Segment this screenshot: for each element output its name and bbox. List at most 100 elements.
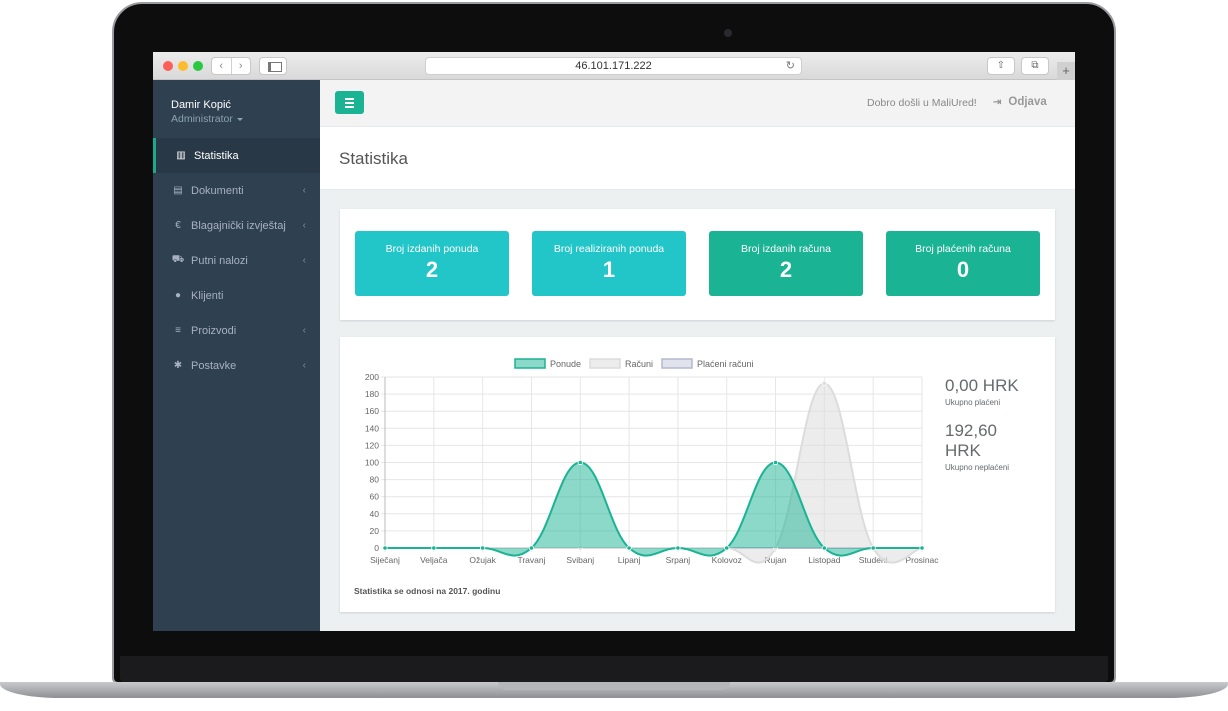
hamburger-icon — [345, 102, 354, 104]
share-icon[interactable]: ⇧ — [987, 57, 1015, 75]
browser-sidebar-icon[interactable] — [259, 57, 287, 75]
x-tick-label: Travanj — [517, 555, 545, 565]
menu-toggle-button[interactable] — [335, 91, 364, 114]
bar-chart-icon: ▥ — [176, 150, 186, 161]
profile-role: Administrator — [171, 113, 233, 125]
x-tick-label: Kolovoz — [712, 555, 742, 565]
hamburger-icon — [345, 106, 354, 108]
y-tick-label: 80 — [370, 475, 380, 485]
monthly-chart: 0 20 40 60 80 100 120 140 160 180 200 Siječanj Velja… — [365, 358, 939, 565]
sidebar-item-label: Klijenti — [191, 289, 224, 302]
sidebar-item-blagajnicki-izvjestaj[interactable]: € Blagajnički izvještaj ‹ — [153, 208, 320, 243]
data-point — [821, 545, 827, 551]
profile-name[interactable]: Damir Kopić — [171, 99, 231, 111]
gear-icon: ✱ — [173, 360, 183, 371]
sidebar-item-statistika[interactable]: ▥ Statistika — [153, 138, 320, 173]
maximize-window-button[interactable] — [193, 61, 203, 71]
caret-down-icon — [236, 117, 243, 121]
logout-label: Odjava — [1008, 96, 1047, 108]
y-tick-label: 0 — [374, 543, 379, 553]
sidebar-item-klijenti[interactable]: ● Klijenti — [153, 278, 320, 313]
document-icon: ▤ — [173, 185, 183, 196]
x-tick-label: Prosinac — [905, 555, 939, 565]
chevron-left-icon: ‹ — [302, 255, 306, 266]
stat-value: 1 — [602, 257, 616, 282]
logout-link[interactable]: ⇥ Odjava — [993, 96, 1047, 108]
top-header: Dobro došli u MaliUred! ⇥ Odjava — [320, 80, 1075, 127]
legend-swatch — [661, 358, 693, 369]
euro-icon: € — [175, 220, 181, 231]
y-tick-label: 100 — [365, 458, 379, 468]
y-tick-label: 140 — [365, 423, 379, 433]
stat-label: Broj izdanih ponuda — [385, 243, 479, 255]
sidebar-item-label: Proizvodi — [191, 324, 237, 337]
sidebar-item-label: Postavke — [191, 359, 237, 372]
legend-label: Plaćeni računi — [697, 359, 754, 369]
minimize-window-button[interactable] — [178, 61, 188, 71]
stat-issued-invoices: Broj izdanih računa 2 — [709, 231, 863, 296]
sidebar-item-putni-nalozi[interactable]: ⛟ Putni nalozi ‹ — [153, 243, 320, 278]
total-paid-label: Ukupno plaćeni — [945, 398, 1001, 407]
data-point — [821, 380, 827, 386]
legend-label: Računi — [625, 359, 653, 369]
back-icon[interactable]: ‹ — [212, 58, 232, 74]
data-point — [870, 545, 876, 551]
list-icon: ≡ — [175, 325, 181, 336]
x-tick-label: Ožujak — [469, 555, 496, 565]
camera — [724, 29, 732, 37]
sidebar-item-dokumenti[interactable]: ▤ Dokumenti ‹ — [153, 173, 320, 208]
legend-label: Ponude — [550, 359, 581, 369]
x-tick-label: Veljača — [420, 555, 448, 565]
chart-note: Statistika se odnosi na 2017. godinu — [354, 586, 501, 596]
laptop-base-notch — [498, 682, 730, 690]
x-tick-label: Svibanj — [566, 555, 594, 565]
reload-icon[interactable]: ↻ — [786, 58, 795, 74]
stat-label: Broj izdanih računa — [741, 243, 831, 255]
sidebar: Damir Kopić Administrator ▥ Statistika ▤… — [153, 80, 320, 631]
user-circle-icon: ● — [174, 290, 182, 301]
legend-swatch — [514, 358, 546, 369]
x-tick-label: Siječanj — [370, 555, 400, 565]
sidebar-item-label: Statistika — [194, 149, 239, 162]
x-tick-label: Srpanj — [666, 555, 691, 565]
data-point — [724, 545, 730, 551]
total-unpaid-value: 192,60 — [945, 421, 997, 440]
sidebar-item-label: Blagajnički izvještaj — [191, 219, 286, 232]
forward-icon[interactable]: › — [232, 58, 251, 74]
x-tick-label: Listopad — [808, 555, 840, 565]
stat-paid-invoices: Broj plaćenih računa 0 — [886, 231, 1040, 296]
page-title: Statistika — [339, 149, 408, 168]
address-bar[interactable]: 46.101.171.222 ↻ — [425, 57, 802, 75]
stat-label: Broj plaćenih računa — [915, 243, 1011, 255]
browser-toolbar: ‹ › 46.101.171.222 ↻ ⇧ ⧉ + — [153, 52, 1075, 80]
total-unpaid-currency: HRK — [945, 441, 981, 460]
stat-value: 0 — [956, 257, 970, 282]
screen: ‹ › 46.101.171.222 ↻ ⇧ ⧉ + Damir Kopić A… — [153, 52, 1075, 631]
url-text: 46.101.171.222 — [575, 60, 652, 72]
legend-swatch — [589, 358, 621, 369]
close-window-button[interactable] — [163, 61, 173, 71]
sidebar-item-label: Dokumenti — [191, 184, 244, 197]
x-tick-label: Lipanj — [618, 555, 641, 565]
chevron-left-icon: ‹ — [302, 360, 306, 371]
total-paid-value: 0,00 HRK — [945, 376, 1019, 395]
sidebar-item-proizvodi[interactable]: ≡ Proizvodi ‹ — [153, 313, 320, 348]
page-heading: Statistika — [320, 127, 1075, 190]
laptop-bezel-bottom — [120, 656, 1108, 682]
stat-label: Broj realiziranih ponuda — [553, 243, 665, 255]
series-area-1 — [385, 383, 922, 563]
tabs-overview-icon[interactable]: ⧉ — [1021, 57, 1049, 75]
data-point — [577, 459, 583, 466]
car-icon: ⛟ — [171, 254, 185, 265]
y-tick-label: 200 — [365, 372, 379, 382]
data-point — [382, 545, 388, 551]
stat-value: 2 — [425, 257, 439, 282]
stat-value: 2 — [779, 257, 793, 282]
new-tab-icon[interactable]: + — [1057, 62, 1075, 80]
stat-issued-offers: Broj izdanih ponuda 2 — [355, 231, 509, 296]
stat-realized-offers: Broj realiziranih ponuda 1 — [532, 231, 686, 296]
chevron-left-icon: ‹ — [302, 185, 306, 196]
sidebar-item-postavke[interactable]: ✱ Postavke ‹ — [153, 348, 320, 383]
profile-role-dropdown[interactable]: Administrator — [171, 113, 243, 125]
hamburger-icon — [345, 98, 354, 100]
